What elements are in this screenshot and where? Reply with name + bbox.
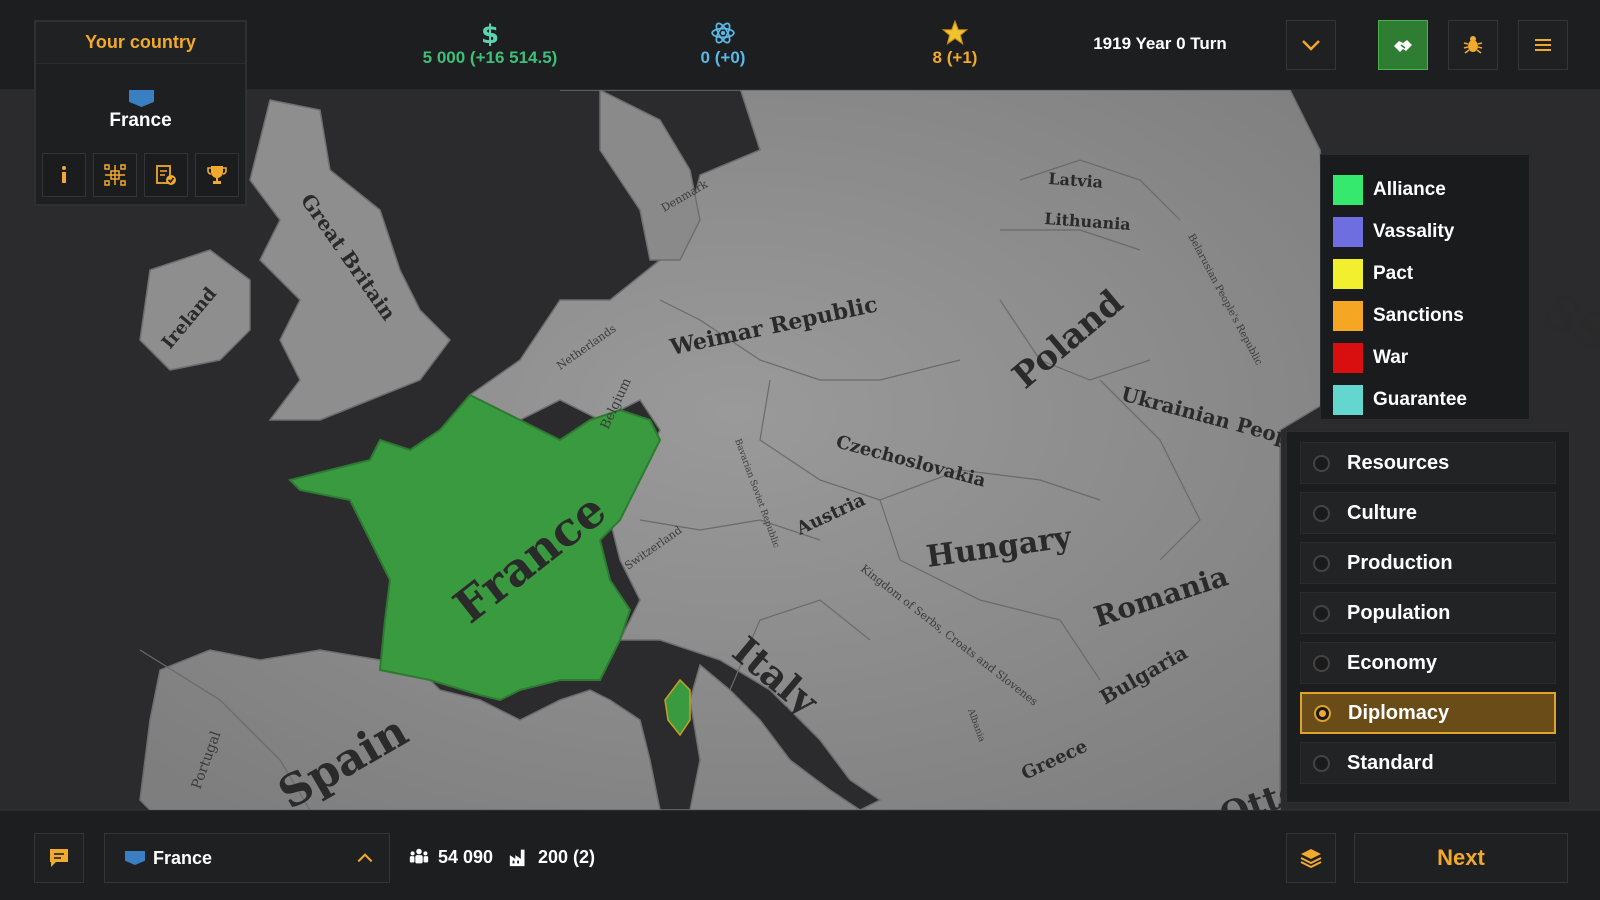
star-icon [942,20,968,46]
legend-label: Guarantee [1373,389,1467,410]
legend-label: Alliance [1373,179,1446,200]
industry-value: 200 (2) [538,846,596,867]
info-button[interactable] [42,153,86,197]
next-turn-button[interactable]: Next [1354,833,1568,883]
legend-swatch [1333,217,1363,247]
layers-button[interactable] [1286,833,1336,883]
star-value: 8 [932,48,942,67]
legend-item-pact: Pact [1333,253,1517,295]
expand-button[interactable] [1286,20,1336,70]
map-mode-diplomacy[interactable]: Diplomacy [1300,692,1556,734]
money-resource: $ 5 000 (+16 514.5) [395,20,585,68]
network-button[interactable] [93,153,137,197]
people-icon [409,848,429,864]
chat-button[interactable] [34,833,84,883]
layers-icon [1300,849,1322,869]
menu-icon [1535,39,1551,51]
legend-label: Vassality [1373,221,1455,242]
country-card-title: Your country [36,22,245,64]
science-value: 0 [700,48,710,67]
science-delta: (+0) [714,48,746,67]
legend-item-war: War [1333,337,1517,379]
legend-label: Pact [1373,263,1414,284]
map-mode-label: Standard [1347,751,1434,774]
map-mode-label: Population [1347,601,1451,624]
star-resource: 8 (+1) [900,20,1010,68]
radio-icon [1313,754,1330,772]
map-mode-population[interactable]: Population [1300,592,1556,634]
legend-swatch [1333,259,1363,289]
radio-icon [1313,604,1330,622]
map-mode-standard[interactable]: Standard [1300,742,1556,784]
legend-label: Sanctions [1373,305,1464,326]
svg-text:$: $ [481,20,499,46]
map-mode-label: Culture [1347,501,1417,524]
money-delta: (+16 514.5) [469,48,558,67]
legend-label: War [1373,347,1409,368]
handshake-icon [1394,40,1412,52]
chat-icon [50,849,68,867]
diplomacy-button[interactable] [1378,20,1428,70]
bug-icon [1463,36,1483,54]
legend-item-alliance: Alliance [1333,169,1517,211]
radio-icon [1313,654,1330,672]
network-icon [104,164,126,186]
map-mode-label: Resources [1347,451,1450,474]
map-mode-label: Production [1347,551,1453,574]
star-delta: (+1) [946,48,978,67]
country-select-dropdown[interactable]: France [104,833,390,883]
radio-icon [1313,554,1330,572]
country-name: France [109,110,172,131]
radio-icon [1313,504,1330,522]
map-mode-label: Economy [1347,651,1438,674]
bottom-bar: France 54 090 200 (2) Next [0,810,1600,900]
legend-swatch [1333,301,1363,331]
money-value: 5 000 [422,48,466,67]
flag-icon [125,851,145,865]
population-stat: 54 090 [408,846,493,868]
map-mode-resources[interactable]: Resources [1300,442,1556,484]
selected-country-name: France [153,847,213,868]
main-menu-button[interactable] [1518,20,1568,70]
achievements-button[interactable] [195,153,239,197]
population-value: 54 090 [438,846,494,867]
flag-icon [129,90,154,107]
trophy-icon [207,166,227,184]
science-resource: 0 (+0) [668,20,778,68]
atom-icon [711,22,735,44]
debug-button[interactable] [1448,20,1498,70]
dollar-icon: $ [481,20,499,46]
map-mode-panel: Resources Culture Production Population … [1286,431,1570,803]
relations-legend: Alliance Vassality Pact Sanctions War Gu… [1320,154,1530,420]
legend-item-sanctions: Sanctions [1333,295,1517,337]
document-check-icon [156,165,176,185]
legend-swatch [1333,385,1363,415]
laws-button[interactable] [144,153,188,197]
radio-icon [1313,454,1330,472]
map-mode-label: Diplomacy [1348,701,1450,724]
map-label-latvia: Latvia [1048,169,1104,192]
legend-item-guarantee: Guarantee [1333,379,1517,421]
legend-swatch [1333,175,1363,205]
factory-icon [509,849,525,867]
map-mode-production[interactable]: Production [1300,542,1556,584]
map-mode-culture[interactable]: Culture [1300,492,1556,534]
map-mode-economy[interactable]: Economy [1300,642,1556,684]
radio-icon [1314,704,1331,722]
legend-item-vassality: Vassality [1333,211,1517,253]
legend-swatch [1333,343,1363,373]
chevron-down-icon [1302,40,1320,51]
game-date: 1919 Year 0 Turn [1093,34,1227,53]
info-icon [62,166,66,183]
industry-stat: 200 (2) [508,846,595,868]
chevron-up-icon [357,853,373,863]
country-card: Your country France [34,20,247,206]
